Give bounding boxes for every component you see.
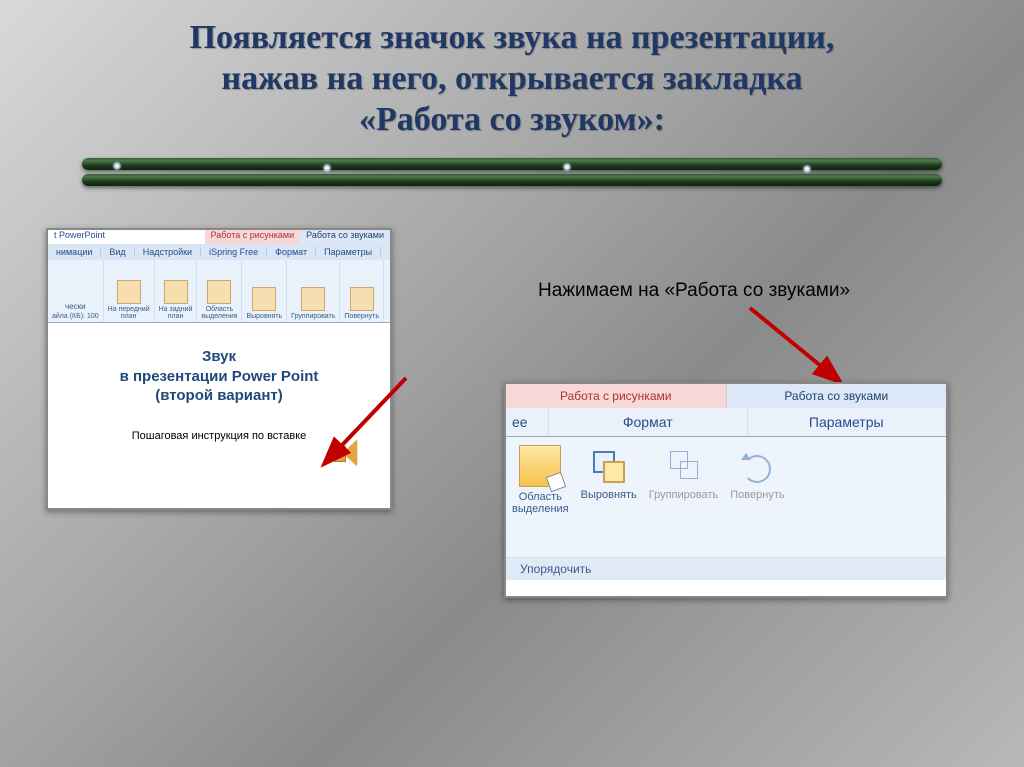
context-sounds[interactable]: Работа со звуками — [727, 384, 947, 408]
tab-format[interactable]: Формат — [267, 247, 316, 257]
btn-selection-pane[interactable]: Область выделения — [506, 437, 575, 557]
tab-format[interactable]: Формат — [549, 408, 748, 436]
callout-text: Нажимаем на «Работа со звуками» — [538, 280, 850, 302]
title-line3: «Работа со звуком»: — [359, 101, 665, 138]
tab-params[interactable]: Параметры — [316, 247, 381, 257]
tab-params[interactable]: Параметры — [748, 408, 947, 436]
title-row: t PowerPoint Работа с рисунками Работа с… — [48, 230, 390, 244]
btn-group-big: Группировать — [643, 437, 725, 557]
context-tabs: Работа с рисунками Работа со звуками — [506, 384, 946, 408]
grp-auto: чески айла (КБ): 100 — [48, 260, 104, 322]
btn-align[interactable]: Выровнять — [242, 260, 287, 322]
btn-back[interactable]: На задний план — [155, 260, 198, 322]
btn-front[interactable]: На передний план — [104, 260, 155, 322]
group-icon — [664, 445, 704, 485]
group-label: Упорядочить — [506, 557, 946, 580]
btn-group[interactable]: Группировать — [287, 260, 340, 322]
selection-pane-icon — [519, 445, 561, 487]
tab-view[interactable]: Вид — [101, 247, 134, 257]
title-line1: Появляется значок звука на презентации, — [190, 19, 835, 56]
tab-row: ee Формат Параметры — [506, 408, 946, 437]
align-icon — [589, 445, 629, 485]
btn-rotate[interactable]: Повернуть — [340, 260, 384, 322]
ribbon-big: Область выделения Выровнять Группировать… — [506, 437, 946, 557]
tab-left-fragment[interactable]: ee — [506, 408, 549, 436]
title-line2: нажав на него, открывается закладка — [222, 60, 803, 97]
tab-addins[interactable]: Надстройки — [135, 247, 201, 257]
tab-animation[interactable]: нимации — [48, 247, 101, 257]
decorative-divider — [82, 158, 942, 186]
rotate-icon — [737, 445, 777, 485]
btn-align-big[interactable]: Выровнять — [575, 437, 643, 557]
context-pictures[interactable]: Работа с рисунками — [506, 384, 727, 408]
arrow-to-speaker-icon — [296, 372, 416, 492]
ribbon-tabs: нимации Вид Надстройки iSpring Free Форм… — [48, 244, 390, 260]
ribbon-groups: чески айла (КБ): 100 На передний план На… — [48, 260, 390, 323]
tab-ispring[interactable]: iSpring Free — [201, 247, 267, 257]
slide-title: Появляется значок звука на презентации, … — [0, 0, 1024, 140]
screenshot-ribbon-zoom: Работа с рисунками Работа со звуками ee … — [504, 382, 948, 598]
btn-rotate-big: Повернуть — [724, 437, 790, 557]
btn-selection[interactable]: Область выделения — [197, 260, 242, 322]
